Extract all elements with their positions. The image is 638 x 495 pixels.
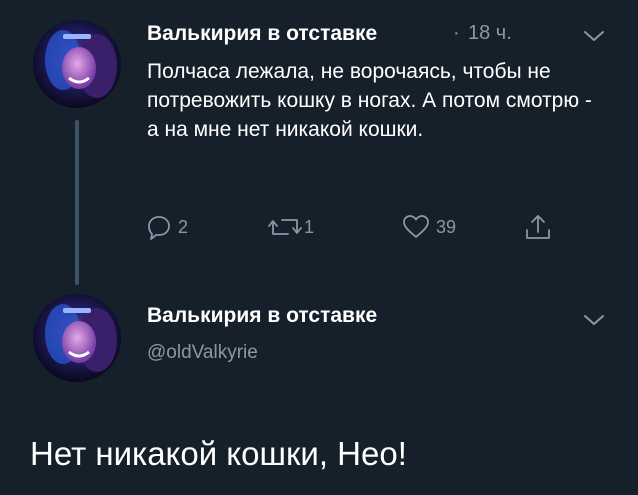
like-icon [403,215,429,238]
avatar[interactable] [33,20,121,108]
author-name[interactable]: Валькирия в отставке [147,304,377,328]
retweet-count: 1 [304,216,315,237]
avatar[interactable] [33,294,121,382]
share-button[interactable] [524,212,552,242]
reply-icon [148,216,170,240]
reply-count: 2 [178,216,189,237]
share-icon [526,215,550,239]
author-handle[interactable]: @oldValkyrie [147,342,258,364]
tweet-text: Полчаса лежала, не ворочаясь, чтобы не п… [147,60,592,141]
like-button[interactable]: 39 [402,212,456,242]
tweet-text: Нет никакой кошки, Нео! [30,435,407,472]
tweet-separator: · [453,22,460,44]
thread-connector-line [75,120,79,285]
retweet-button[interactable]: 1 [268,212,314,242]
reply-button[interactable]: 2 [146,212,188,242]
retweet-icon [268,219,302,235]
author-name[interactable]: Валькирия в отставке [147,22,377,46]
like-count: 39 [436,216,457,237]
tweet-timestamp[interactable]: 18 ч. [468,22,512,45]
chevron-down-icon[interactable] [583,29,605,43]
chevron-down-icon[interactable] [583,313,605,327]
